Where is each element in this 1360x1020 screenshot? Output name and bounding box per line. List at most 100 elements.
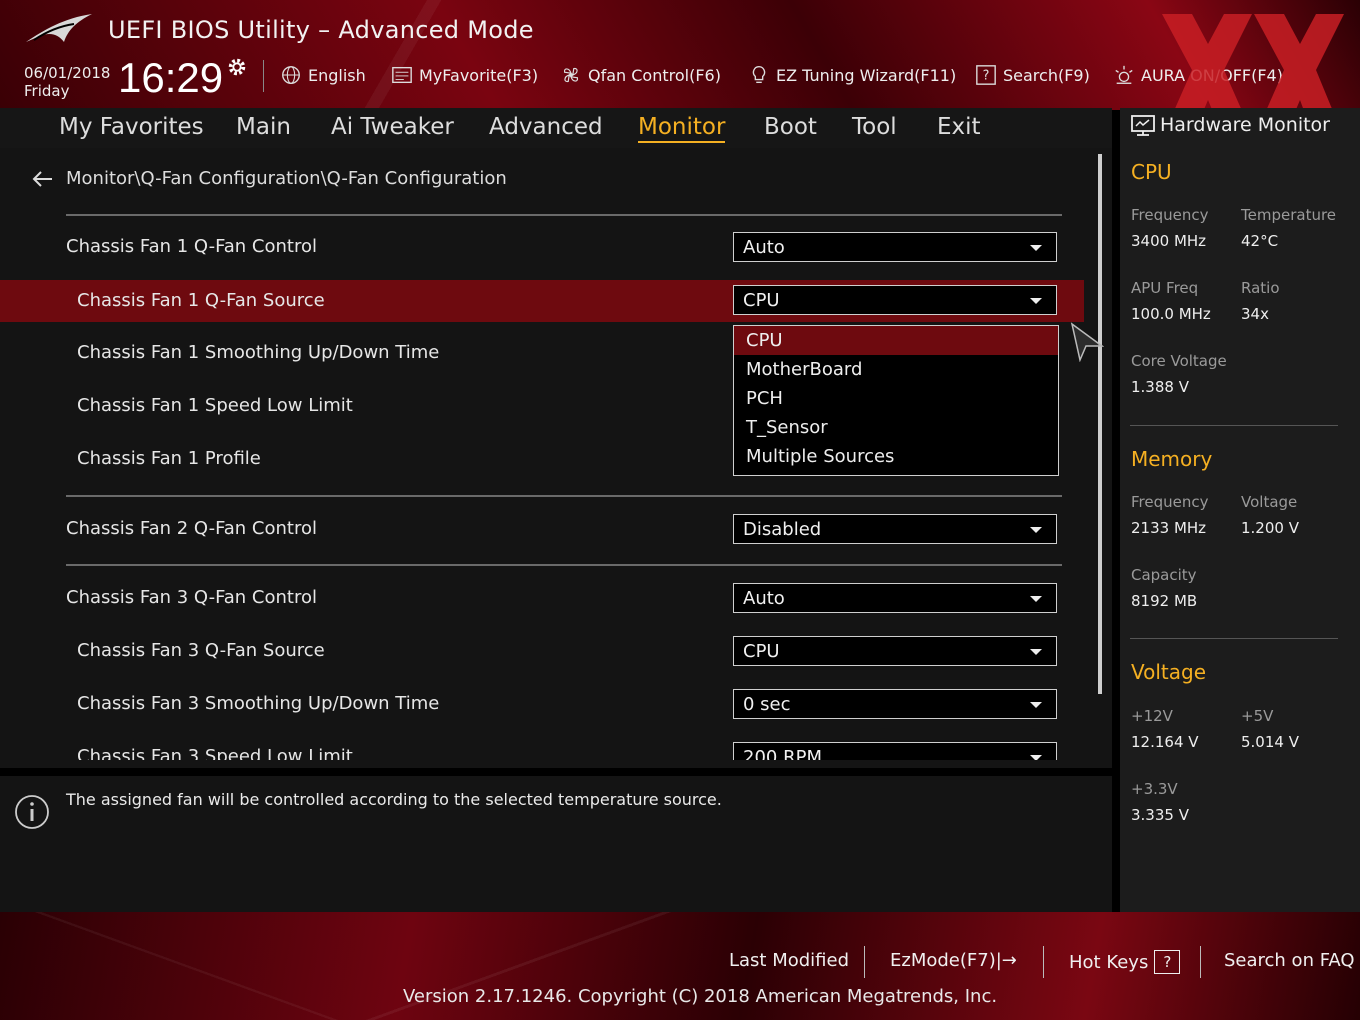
mouse-cursor-icon: [1070, 322, 1104, 362]
core-voltage-value: 1.388 V: [1131, 378, 1189, 396]
search-label: Search(F9): [1003, 65, 1090, 85]
date-text: 06/01/2018: [24, 64, 111, 82]
fan2-control-select[interactable]: Disabled: [733, 514, 1057, 544]
back-arrow-icon[interactable]: [32, 170, 54, 188]
memory-capacity-label: Capacity: [1131, 566, 1197, 584]
fan1-source-select[interactable]: CPU: [733, 285, 1057, 315]
hot-keys-label: Hot Keys: [1069, 951, 1149, 973]
tab-boot[interactable]: Boot: [764, 114, 817, 140]
source-dropdown-list[interactable]: CPU MotherBoard PCH T_Sensor Multiple So…: [733, 325, 1059, 476]
setting-row-fan2-control[interactable]: Chassis Fan 2 Q-Fan Control Disabled: [0, 508, 1084, 550]
core-voltage-label: Core Voltage: [1131, 352, 1227, 370]
myfavorite-button[interactable]: MyFavorite(F3): [391, 64, 538, 86]
hardware-monitor-title: Hardware Monitor: [1160, 114, 1330, 136]
setting-row-fan3-control[interactable]: Chassis Fan 3 Q-Fan Control Auto: [0, 577, 1084, 619]
tab-ai-tweaker[interactable]: Ai Tweaker: [331, 114, 454, 140]
version-text: Version 2.17.1246. Copyright (C) 2018 Am…: [403, 986, 998, 1007]
cpu-frequency-label: Frequency: [1131, 206, 1209, 224]
dropdown-option-multiple-sources[interactable]: Multiple Sources: [734, 442, 1058, 471]
section-divider: [66, 214, 1062, 216]
tab-exit[interactable]: Exit: [937, 114, 981, 140]
gear-icon[interactable]: [226, 56, 248, 78]
search-button[interactable]: ? Search(F9): [975, 64, 1090, 86]
day-text: Friday: [24, 82, 70, 100]
voltage-heading: Voltage: [1131, 660, 1207, 684]
setting-label: Chassis Fan 1 Q-Fan Control: [66, 236, 317, 257]
tab-main[interactable]: Main: [236, 114, 291, 140]
memory-frequency-value: 2133 MHz: [1131, 519, 1207, 537]
cpu-frequency-value: 3400 MHz: [1131, 232, 1207, 250]
memory-capacity-value: 8192 MB: [1131, 592, 1198, 610]
tab-monitor[interactable]: Monitor: [638, 114, 726, 143]
setting-label: Chassis Fan 3 Q-Fan Source: [77, 640, 325, 661]
caret-down-icon: [1030, 245, 1042, 251]
select-value: CPU: [743, 290, 780, 311]
help-box-icon: ?: [976, 65, 996, 85]
fan3-speed-low-limit-select[interactable]: 200 RPM: [733, 742, 1057, 760]
last-modified-button[interactable]: Last Modified: [729, 950, 849, 971]
clipped-row-container: Chassis Fan 3 Speed Low Limit 200 RPM: [0, 736, 1084, 760]
memory-voltage-label: Voltage: [1241, 493, 1298, 511]
setting-row-fan3-smoothing[interactable]: Chassis Fan 3 Smoothing Up/Down Time 0 s…: [0, 683, 1084, 725]
cpu-heading: CPU: [1131, 160, 1172, 184]
setting-label: Chassis Fan 3 Q-Fan Control: [66, 587, 317, 608]
fan3-control-select[interactable]: Auto: [733, 583, 1057, 613]
ez-tuning-wizard-button[interactable]: EZ Tuning Wizard(F11): [748, 64, 956, 86]
app-title: UEFI BIOS Utility – Advanced Mode: [108, 16, 534, 44]
fan1-control-select[interactable]: Auto: [733, 232, 1057, 262]
setting-row-fan3-speed-low-limit[interactable]: Chassis Fan 3 Speed Low Limit 200 RPM: [0, 736, 1084, 760]
ratio-value: 34x: [1241, 305, 1269, 323]
ratio-label: Ratio: [1241, 279, 1280, 297]
date-display: 06/01/2018 Friday: [24, 64, 110, 100]
rog-logo-icon: [26, 14, 92, 42]
dropdown-option-cpu[interactable]: CPU: [734, 326, 1058, 355]
language-button[interactable]: English: [280, 64, 366, 86]
scrollbar[interactable]: [1098, 154, 1102, 694]
apu-freq-label: APU Freq: [1131, 279, 1199, 297]
search-faq-button[interactable]: Search on FAQ: [1224, 950, 1355, 971]
section-divider: [66, 564, 1062, 566]
setting-label: Chassis Fan 1 Profile: [77, 448, 261, 469]
monitor-icon: [1131, 115, 1155, 136]
qfan-label: Qfan Control(F6): [588, 65, 721, 85]
dropdown-option-motherboard[interactable]: MotherBoard: [734, 355, 1058, 384]
dropdown-option-t-sensor[interactable]: T_Sensor: [734, 413, 1058, 442]
hw-divider: [1130, 425, 1338, 426]
help-text: The assigned fan will be controlled acco…: [66, 790, 722, 809]
section-divider: [66, 495, 1062, 497]
hot-keys-button[interactable]: Hot Keys ?: [1069, 950, 1181, 974]
main-nav: My Favorites Main Ai Tweaker Advanced Mo…: [0, 108, 1112, 148]
fan3-source-select[interactable]: CPU: [733, 636, 1057, 666]
v33-value: 3.335 V: [1131, 806, 1189, 824]
v33-label: +3.3V: [1131, 780, 1178, 798]
fan3-smoothing-select[interactable]: 0 sec: [733, 689, 1057, 719]
select-value: 0 sec: [743, 694, 791, 715]
globe-icon: [282, 66, 300, 84]
select-value: CPU: [743, 641, 780, 662]
tab-my-favorites[interactable]: My Favorites: [59, 114, 204, 140]
caret-down-icon: [1030, 702, 1042, 708]
select-value: Auto: [743, 588, 785, 609]
favorite-list-icon: [392, 66, 412, 84]
help-info-panel: The assigned fan will be controlled acco…: [0, 776, 1112, 912]
v12-label: +12V: [1131, 707, 1173, 725]
setting-label: Chassis Fan 3 Speed Low Limit: [77, 746, 353, 760]
setting-label: Chassis Fan 1 Smoothing Up/Down Time: [77, 342, 440, 363]
setting-row-fan1-control[interactable]: Chassis Fan 1 Q-Fan Control Auto: [0, 226, 1084, 268]
dropdown-option-pch[interactable]: PCH: [734, 384, 1058, 413]
memory-frequency-label: Frequency: [1131, 493, 1209, 511]
setting-label: Chassis Fan 1 Speed Low Limit: [77, 395, 353, 416]
language-label: English: [308, 65, 366, 85]
tab-advanced[interactable]: Advanced: [489, 114, 603, 140]
select-value: 200 RPM: [743, 747, 822, 760]
qfan-control-button[interactable]: Qfan Control(F6): [560, 64, 721, 86]
setting-row-fan3-source[interactable]: Chassis Fan 3 Q-Fan Source CPU: [0, 630, 1084, 672]
tab-tool[interactable]: Tool: [852, 114, 897, 140]
setting-row-fan1-source[interactable]: Chassis Fan 1 Q-Fan Source CPU: [0, 280, 1084, 322]
ezmode-button[interactable]: EzMode(F7)|→: [890, 950, 1017, 971]
caret-down-icon: [1030, 649, 1042, 655]
hardware-monitor-panel: Hardware Monitor CPU Frequency Temperatu…: [1120, 108, 1360, 912]
footer-divider: [1200, 946, 1201, 978]
memory-voltage-value: 1.200 V: [1241, 519, 1299, 537]
aura-light-icon: [1115, 65, 1133, 84]
